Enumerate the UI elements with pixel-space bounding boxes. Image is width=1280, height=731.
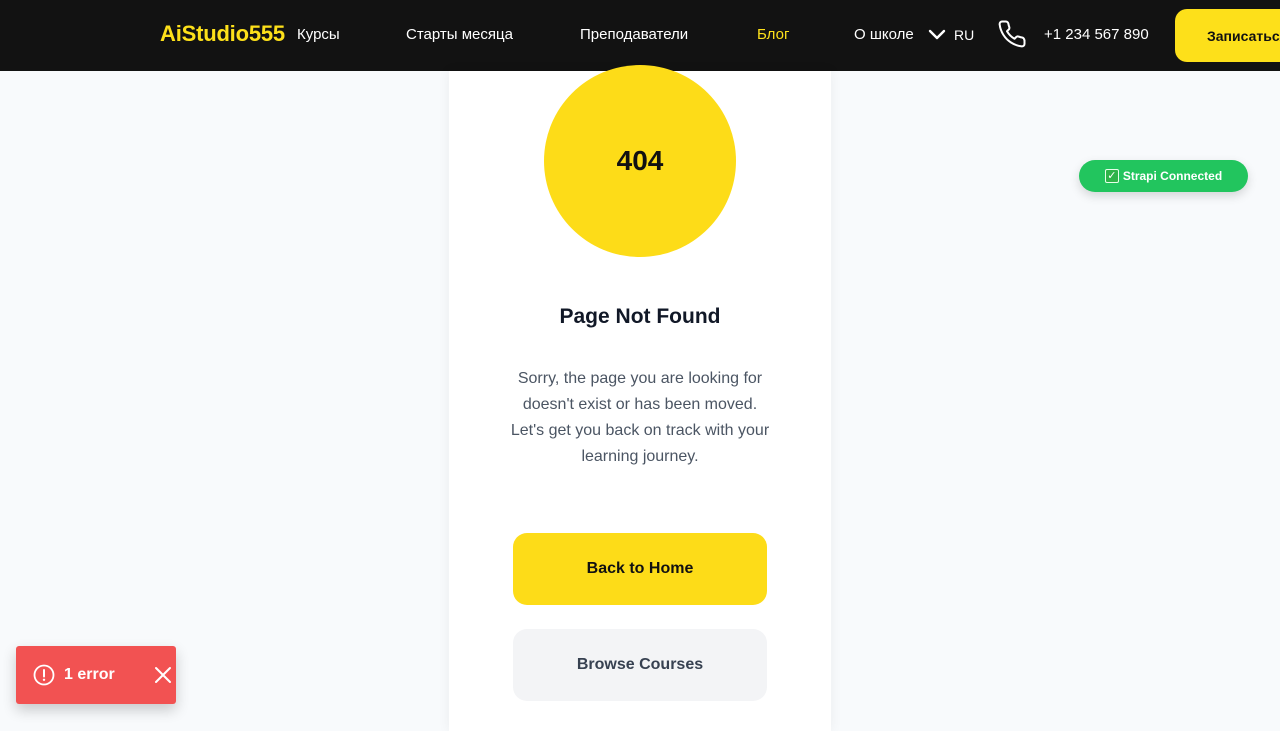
checkmark-icon: ✓ xyxy=(1104,169,1119,183)
logo[interactable]: AiStudio555 xyxy=(160,21,285,47)
strapi-status-badge: ✓ Strapi Connected xyxy=(1079,160,1248,192)
enroll-button[interactable]: Записаться xyxy=(1175,9,1280,62)
error-count-text: 1 error xyxy=(64,666,115,683)
back-to-home-button[interactable]: Back to Home xyxy=(513,533,767,605)
top-navigation-bar: AiStudio555 Курсы Старты месяца Преподав… xyxy=(0,0,1280,71)
phone-number-link[interactable]: +1 234 567 890 xyxy=(1044,26,1149,43)
error-code-circle: 404 xyxy=(544,65,736,257)
language-selector[interactable]: RU xyxy=(954,27,974,43)
nav-item-teachers[interactable]: Преподаватели xyxy=(580,26,688,43)
nav-item-blog[interactable]: Блог xyxy=(757,26,789,43)
alert-circle-icon xyxy=(33,664,55,686)
error-description: Sorry, the page you are looking for does… xyxy=(510,370,770,465)
error-toast[interactable]: 1 error xyxy=(16,646,176,704)
page-title: Page Not Found xyxy=(559,305,721,328)
phone-icon xyxy=(998,20,1026,48)
nav-item-courses[interactable]: Курсы xyxy=(297,26,340,43)
nav-item-monthly-starts[interactable]: Старты месяца xyxy=(406,26,513,43)
strapi-status-text: Strapi Connected xyxy=(1122,169,1223,183)
chevron-down-icon[interactable] xyxy=(928,27,946,41)
nav-item-about-school[interactable]: О школе xyxy=(854,26,914,43)
browse-courses-button[interactable]: Browse Courses xyxy=(513,629,767,701)
close-icon[interactable] xyxy=(154,666,172,684)
